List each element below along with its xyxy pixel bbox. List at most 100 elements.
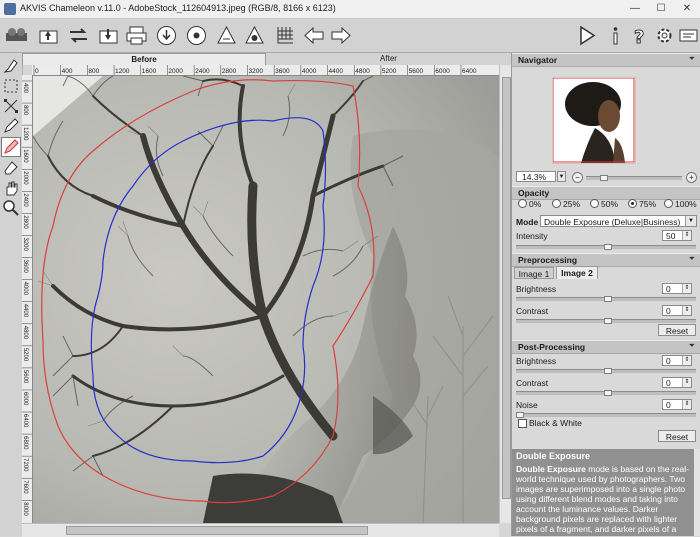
image-canvas[interactable] — [33, 76, 499, 523]
tab-after[interactable]: After — [266, 53, 511, 65]
selection-tool-icon[interactable] — [2, 77, 20, 95]
black-white-checkbox[interactable] — [518, 419, 527, 428]
ruler-top-label: 3600 — [275, 68, 290, 75]
opacity-50-radio[interactable]: 50% — [590, 199, 618, 209]
post-brightness-label: Brightness — [516, 356, 557, 366]
pre-contrast-field[interactable]: 0 ⇕ — [662, 305, 692, 316]
close-button[interactable]: ✕ — [674, 1, 700, 17]
share-icon[interactable] — [154, 23, 179, 48]
pre-brightness-slider[interactable] — [516, 296, 696, 302]
info-icon[interactable] — [603, 23, 628, 48]
postprocessing-header[interactable]: Post-Processing ⏷ — [512, 340, 700, 354]
description-box: Double Exposure Double Exposure mode is … — [512, 449, 694, 536]
hand-tool-icon[interactable] — [2, 179, 20, 197]
intensity-label: Intensity — [516, 231, 548, 241]
opacity-0-radio[interactable]: 0% — [518, 199, 541, 209]
print-icon[interactable] — [124, 23, 149, 48]
post-contrast-field[interactable]: 0 ⇕ — [662, 377, 692, 388]
post-contrast-slider[interactable] — [516, 390, 696, 396]
plugin-icon[interactable] — [184, 23, 209, 48]
vertical-scroll-thumb[interactable] — [502, 77, 511, 499]
ruler-left-label: 1600 — [22, 149, 28, 163]
opacity-100-radio[interactable]: 100% — [664, 199, 697, 209]
save-icon[interactable] — [96, 23, 121, 48]
ruler-left-label: 8000 — [22, 502, 28, 516]
tab-image-1[interactable]: Image 1 — [514, 267, 554, 279]
pencil-tool-icon[interactable] — [2, 117, 20, 135]
zoom-out-icon[interactable]: − — [572, 172, 583, 183]
pre-contrast-slider[interactable] — [516, 318, 696, 324]
ruler-left-label: 2400 — [22, 193, 28, 207]
ruler-top-label: 4800 — [355, 68, 370, 75]
intensity-slider[interactable] — [516, 244, 696, 250]
ruler-top-label: 2800 — [222, 68, 237, 75]
navigator-preview[interactable] — [552, 77, 636, 164]
black-white-label: Black & White — [529, 418, 582, 428]
settings-icon[interactable] — [652, 23, 677, 48]
post-reset-button[interactable]: Reset — [658, 430, 696, 442]
eraser-tool-icon[interactable] — [2, 159, 20, 177]
settings-panel: Navigator ⏷ 14.3% ▼ − + Opacity 0% 25% 5… — [511, 53, 700, 536]
preprocessing-header[interactable]: Preprocessing ⏷ — [512, 253, 700, 267]
zoom-in-icon[interactable]: + — [686, 172, 697, 183]
ruler-top-label: 6400 — [462, 68, 477, 75]
ruler-top-label: 3200 — [248, 68, 263, 75]
mode-dropdown[interactable]: Double Exposure (Deluxe|Business) ▼ — [540, 215, 697, 227]
redo-history-icon[interactable] — [242, 23, 267, 48]
horizontal-scroll-thumb[interactable] — [66, 526, 368, 535]
back-icon[interactable] — [302, 23, 327, 48]
preferences-icon[interactable] — [676, 23, 700, 48]
ruler-left-label: 3600 — [22, 260, 28, 274]
pre-reset-button[interactable]: Reset — [658, 324, 696, 336]
ruler-left: 400 800 1200 1600 2000 2400 2800 3200 3600 4000 44… — [22, 75, 33, 523]
logo-icon — [4, 23, 29, 48]
minimize-button[interactable]: — — [622, 1, 648, 17]
zoom-slider[interactable] — [586, 175, 682, 181]
zoom-dropdown-icon[interactable]: ▼ — [557, 171, 566, 182]
ruler-top-label: 4000 — [302, 68, 317, 75]
brush-tool-icon[interactable] — [1, 137, 21, 157]
ruler-top-label: 0 — [35, 68, 39, 75]
undo-history-icon[interactable] — [214, 23, 239, 48]
grid-icon[interactable] — [272, 23, 297, 48]
transform-tool-icon[interactable] — [2, 97, 20, 115]
ruler-top-label: 2400 — [195, 68, 210, 75]
collapse-icon[interactable]: ⏷ — [689, 254, 695, 264]
chevron-down-icon: ▼ — [685, 216, 696, 226]
navigator-header[interactable]: Navigator ⏷ — [512, 53, 700, 67]
keep-area-tool-icon[interactable] — [2, 57, 20, 75]
pre-contrast-label: Contrast — [516, 306, 549, 316]
ruler-left-label: 2000 — [22, 171, 28, 185]
description-scrollbar[interactable] — [694, 449, 700, 536]
app-icon — [4, 3, 16, 15]
forward-icon[interactable] — [328, 23, 353, 48]
ruler-top-label: 1600 — [142, 68, 157, 75]
horizontal-scrollbar[interactable] — [22, 523, 499, 537]
noise-label: Noise — [516, 400, 538, 410]
run-icon[interactable] — [574, 23, 599, 48]
zoom-field[interactable]: 14.3% — [516, 171, 556, 182]
zoom-tool-icon[interactable] — [2, 199, 20, 217]
post-brightness-slider[interactable] — [516, 368, 696, 374]
noise-field[interactable]: 0 ⇕ — [662, 399, 692, 410]
post-brightness-field[interactable]: 0 ⇕ — [662, 355, 692, 366]
opacity-75-radio[interactable]: 75% — [628, 199, 656, 209]
batch-icon[interactable] — [66, 23, 91, 48]
ruler-left-label: 4400 — [22, 304, 28, 318]
post-contrast-label: Contrast — [516, 378, 549, 388]
collapse-icon[interactable]: ⏷ — [689, 341, 695, 351]
maximize-button[interactable]: ☐ — [648, 1, 674, 17]
ruler-top-label: 4400 — [329, 68, 344, 75]
pre-brightness-field[interactable]: 0 ⇕ — [662, 283, 692, 294]
tab-before[interactable]: Before — [22, 53, 266, 65]
tab-image-2[interactable]: Image 2 — [556, 266, 598, 279]
ruler-top-label: 1200 — [115, 68, 130, 75]
opacity-25-radio[interactable]: 25% — [552, 199, 580, 209]
open-icon[interactable] — [36, 23, 61, 48]
tools-panel — [0, 53, 23, 536]
intensity-field[interactable]: 50 ⇕ — [662, 230, 692, 241]
collapse-icon[interactable]: ⏷ — [689, 54, 695, 64]
noise-slider[interactable] — [516, 412, 696, 418]
help-icon[interactable]: ? — [627, 23, 652, 49]
main-toolbar: ? — [0, 19, 700, 53]
